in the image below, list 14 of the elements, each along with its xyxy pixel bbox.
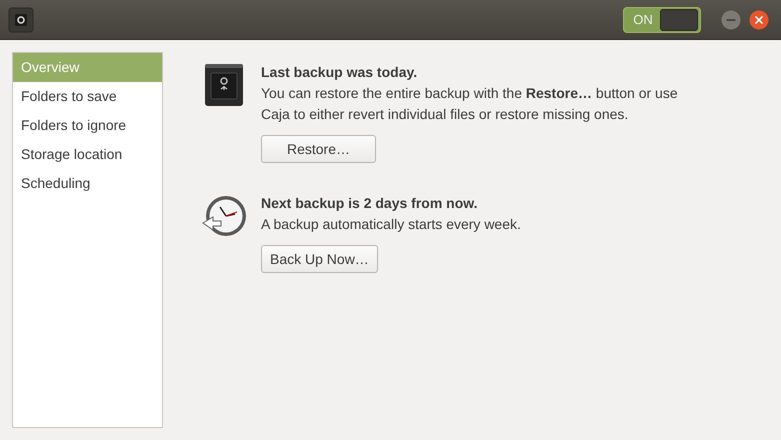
sidebar-item[interactable]: Scheduling [13,169,162,198]
status-heading: Last backup was today. [261,63,418,82]
status-heading: Next backup is 2 days from now. [261,194,478,213]
sidebar-item[interactable]: Folders to ignore [13,111,162,140]
action-button[interactable]: Back Up Now… [261,245,378,273]
action-button[interactable]: Restore… [261,135,376,163]
close-icon[interactable] [749,10,769,30]
safe-icon[interactable] [8,6,34,32]
sidebar-item[interactable]: Storage location [13,140,162,169]
status-description: You can restore the entire backup with the Restore… button or use Caja to either revert individual files or restore missing ones. [261,84,679,124]
clock-icon [201,193,247,239]
minimize-icon[interactable] [721,10,741,30]
status-description: A backup automatically starts every week. [261,215,522,234]
sidebar-item[interactable]: Folders to save [13,82,162,111]
